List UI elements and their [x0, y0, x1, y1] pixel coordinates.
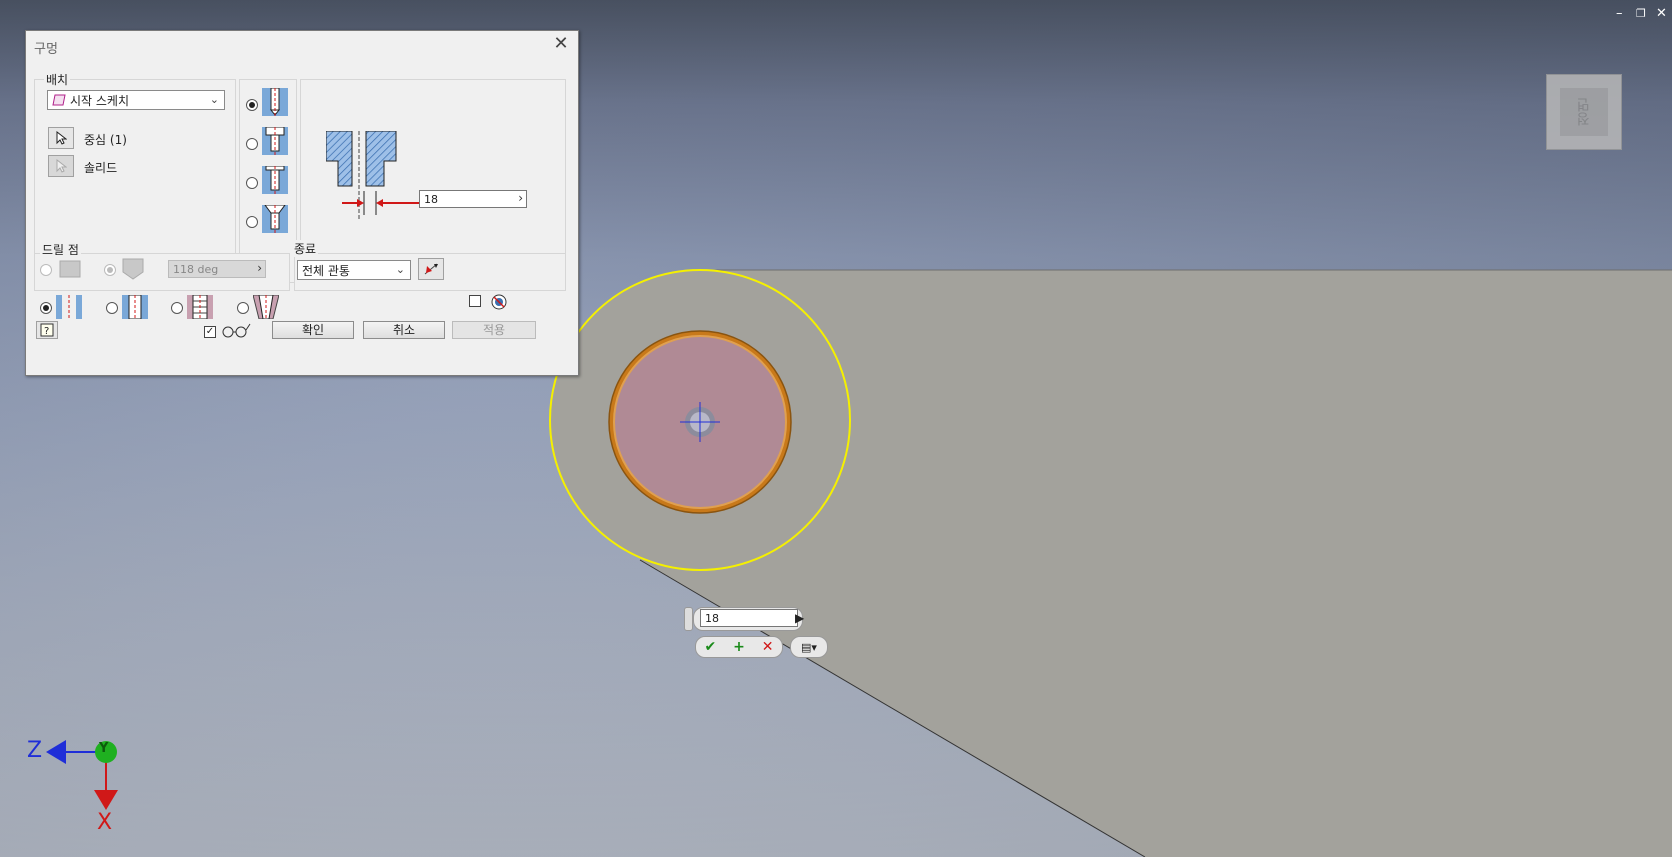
placement-type-value: 시작 스케치 — [70, 93, 130, 108]
hole-type-spotface-radio[interactable] — [246, 177, 258, 189]
solid-select-button[interactable] — [48, 155, 74, 177]
close-app-button[interactable]: ✕ — [1656, 6, 1667, 21]
hole-type-simple-radio[interactable] — [246, 99, 258, 111]
simple-thread-icon — [56, 295, 82, 319]
thread-simple-radio[interactable] — [40, 302, 52, 314]
drill-point-flat-radio[interactable] — [40, 264, 52, 276]
drill-angle-value: 118 deg — [173, 262, 219, 276]
diameter-value: 18 — [424, 192, 438, 206]
svg-text:?: ? — [44, 326, 49, 337]
view-cube-face[interactable]: 정면 — [1560, 88, 1608, 136]
help-button[interactable]: ? — [36, 321, 58, 339]
sketch-icon — [52, 94, 66, 106]
axis-x-label: X — [97, 810, 113, 835]
ok-button[interactable]: 확인 — [272, 321, 354, 339]
preview-checkbox[interactable]: ✓ — [204, 326, 216, 338]
termination-label: 종료 — [292, 240, 319, 257]
angle-drill-point-icon — [122, 258, 144, 280]
cursor-arrow-icon-disabled — [56, 159, 67, 173]
cancel-button[interactable]: 취소 — [363, 321, 445, 339]
drill-angle-input: 118 deg › — [168, 260, 266, 278]
center-label: 중심 (1) — [84, 133, 127, 147]
termination-value: 전체 관통 — [302, 263, 350, 278]
dialog-close-icon[interactable]: ✕ — [550, 33, 572, 55]
solid-label: 솔리드 — [84, 161, 118, 175]
mini-cancel-icon[interactable]: ✕ — [762, 639, 774, 655]
view-cube[interactable]: 정면 — [1546, 74, 1622, 150]
axis-z-arrow — [46, 740, 66, 764]
help-icon: ? — [40, 323, 54, 337]
cursor-arrow-icon — [56, 131, 67, 145]
apply-button: 적용 — [452, 321, 536, 339]
minimize-button[interactable]: – — [1616, 6, 1623, 21]
mini-ok-icon[interactable]: ✔ — [704, 639, 716, 655]
mini-diameter-input[interactable]: 18 — [700, 609, 798, 627]
dimension-display-icon[interactable] — [490, 293, 508, 311]
hole-dialog: 구멍 ✕ 배치 시작 스케치 ⌄ 중심 (1) 솔리드 18 › 드릴 점 11… — [25, 30, 579, 376]
chevron-down-icon: ⌄ — [395, 263, 405, 276]
tapped-hole-icon — [187, 295, 213, 319]
flip-direction-icon — [424, 263, 438, 275]
axis-x-arrow — [94, 790, 118, 810]
infer-ifeatures-checkbox[interactable] — [469, 295, 481, 307]
chevron-right-icon-disabled: › — [257, 261, 262, 275]
mini-toolbar-grip[interactable] — [684, 607, 693, 631]
mini-options-dropdown[interactable]: ▤▾ — [790, 636, 828, 658]
drill-point-angle-radio[interactable] — [104, 264, 116, 276]
chevron-down-icon: ⌄ — [209, 93, 219, 106]
preview-glasses-icon — [222, 323, 251, 338]
drill-point-label: 드릴 점 — [40, 241, 81, 258]
termination-select[interactable]: 전체 관통 ⌄ — [297, 260, 411, 280]
countersink-hole-icon — [262, 205, 288, 233]
dialog-title: 구멍 — [34, 42, 58, 57]
thread-clearance-radio[interactable] — [106, 302, 118, 314]
flat-drill-point-icon — [59, 260, 81, 278]
flip-direction-button[interactable] — [418, 258, 444, 280]
counterbore-hole-icon — [262, 127, 288, 155]
simple-hole-icon — [262, 88, 288, 116]
placement-label: 배치 — [44, 71, 71, 88]
axis-y-label: Y — [99, 741, 109, 756]
center-select-button[interactable] — [48, 127, 74, 149]
diameter-input[interactable]: 18 › — [419, 190, 527, 208]
chevron-right-icon[interactable]: › — [518, 191, 523, 205]
taper-tapped-hole-icon — [253, 295, 279, 319]
mini-expand-arrow[interactable]: ▶ — [795, 611, 804, 625]
thread-tapped-radio[interactable] — [171, 302, 183, 314]
clearance-hole-icon — [122, 295, 148, 319]
mini-add-icon[interactable]: + — [733, 639, 745, 655]
thread-taper-radio[interactable] — [237, 302, 249, 314]
placement-type-select[interactable]: 시작 스케치 ⌄ — [47, 90, 225, 110]
spotface-hole-icon — [262, 166, 288, 194]
hole-type-countersink-radio[interactable] — [246, 216, 258, 228]
restore-button[interactable]: ❐ — [1636, 7, 1646, 20]
hole-type-counterbore-radio[interactable] — [246, 138, 258, 150]
axis-z-label: Z — [27, 738, 43, 763]
mini-action-buttons: ✔ + ✕ — [695, 636, 783, 658]
